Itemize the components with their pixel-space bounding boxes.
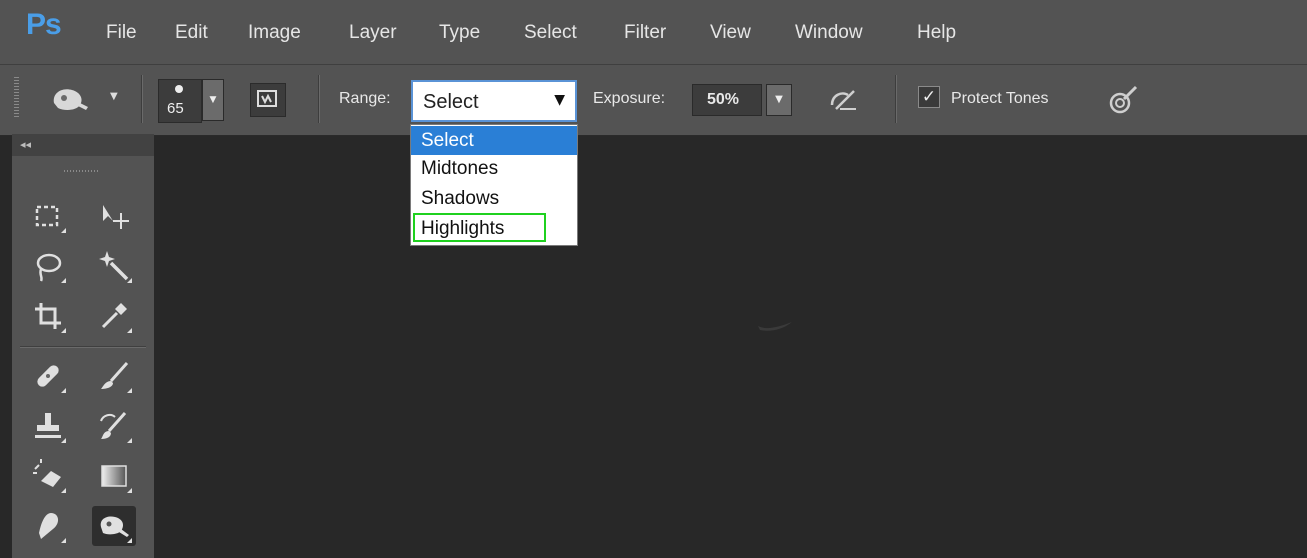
separator [141,75,142,123]
crop-tool[interactable] [26,296,70,336]
magic-wand-tool[interactable] [92,246,136,286]
tools-panel-grip[interactable] [64,170,100,172]
brush-dot-icon [175,85,183,93]
tool-preset-picker[interactable]: ▼ [48,81,128,117]
protect-tones-label[interactable]: Protect Tones [951,90,1049,108]
menu-window[interactable]: Window [795,22,863,44]
menu-bar: Ps File Edit Image Layer Type Select Fil… [0,0,1307,64]
range-select[interactable]: Select ▼ [411,80,577,122]
menu-view[interactable]: View [710,22,751,44]
menu-type[interactable]: Type [439,22,480,44]
dodge-tool[interactable] [92,506,136,546]
range-option-midtones[interactable]: Midtones [411,157,577,183]
brush-size-picker[interactable]: 65 [158,79,202,123]
protect-tones-checkbox[interactable]: ✓ [918,86,940,108]
eyedropper-icon [101,303,127,329]
collapse-icon[interactable]: ◂◂ [20,138,31,151]
options-bar-grip[interactable] [14,77,19,119]
separator [20,346,146,347]
history-brush-icon [100,412,127,439]
history-brush-tool[interactable] [92,406,136,446]
lasso-icon [36,253,62,282]
brush-size-value: 65 [167,100,184,117]
exposure-value: 50% [707,91,740,108]
rectangular-marquee-tool[interactable] [26,196,70,236]
crop-icon [35,303,61,329]
gradient-icon [101,465,127,487]
blur-icon [39,513,59,539]
menu-image[interactable]: Image [248,22,301,44]
eraser-tool[interactable] [26,456,70,496]
menu-layer[interactable]: Layer [349,22,397,44]
dodge-icon [100,516,129,537]
eyedropper-tool[interactable] [92,296,136,336]
brush-tool[interactable] [92,356,136,396]
chevron-down-icon: ▼ [554,92,565,108]
range-label: Range: [339,90,391,107]
spot-healing-brush-tool[interactable] [26,356,70,396]
blur-tool[interactable] [26,506,70,546]
menu-help[interactable]: Help [917,22,956,44]
clone-stamp-tool[interactable] [26,406,70,446]
menu-select[interactable]: Select [524,22,577,44]
exposure-label: Exposure: [593,90,666,107]
brush-panel-toggle-button[interactable] [250,83,286,117]
exposure-input[interactable]: 50% [692,84,762,116]
highlight-outline [413,213,546,242]
range-option-shadows[interactable]: Shadows [411,187,577,213]
menu-file[interactable]: File [106,22,137,44]
brush-size-arrow[interactable]: ▼ [202,79,224,121]
move-icon [103,205,129,229]
range-option-select[interactable]: Select [411,126,577,155]
lasso-tool[interactable] [26,246,70,286]
brush-icon [101,362,129,389]
airbrush-icon[interactable] [826,85,862,115]
separator [895,75,896,123]
move-tool[interactable] [92,196,136,236]
menu-edit[interactable]: Edit [175,22,208,44]
canvas-smudge [758,322,792,331]
options-bar: ▼ 65 ▼ Range: Exposure: Protect Tones [0,64,1307,136]
tools-panel-header: ◂◂ [12,134,154,156]
pressure-size-icon[interactable] [1106,83,1142,117]
stamp-icon [35,413,61,438]
dodge-tool-icon [53,89,88,110]
eraser-icon [33,459,61,487]
photoshop-logo: Ps [26,8,62,41]
rectangular-marquee-icon [35,205,59,227]
range-select-value: Select [423,91,479,113]
bandage-icon [37,365,59,387]
exposure-slider-button[interactable]: ▼ [766,84,792,116]
brush-panel-icon [257,90,277,107]
magic-wand-icon [99,251,129,281]
separator [318,75,319,123]
chevron-down-icon: ▼ [110,91,118,102]
gradient-tool[interactable] [92,456,136,496]
tools-panel: ◂◂ [12,134,154,558]
menu-filter[interactable]: Filter [624,22,666,44]
